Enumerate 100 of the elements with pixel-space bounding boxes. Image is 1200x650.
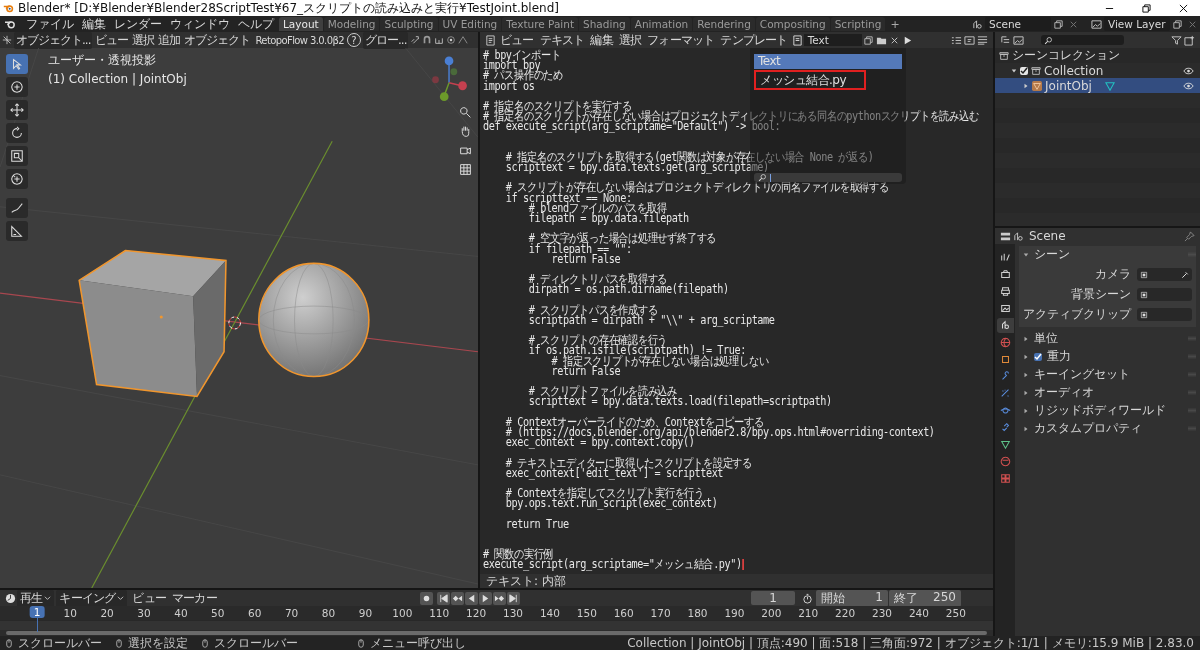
header-menu[interactable]: フォーマット xyxy=(644,31,718,49)
code-line: # 指定名のスクリプトを取得する(get関数は対象が存在しない場合 None が返る) xyxy=(504,151,874,163)
workspace-tab[interactable]: Compositing xyxy=(755,17,830,31)
frame-number: 210 xyxy=(798,607,819,619)
code-line: dirpath = os.path.dirname(filepath) xyxy=(527,284,729,295)
outliner-label: Collection xyxy=(1044,63,1104,78)
frame-number: 100 xyxy=(392,607,413,619)
menu-item[interactable]: レンダー xyxy=(110,15,166,33)
code-line: return False xyxy=(550,365,621,376)
panel-title[interactable]: リジッドボディワールド xyxy=(1034,402,1166,419)
frame-number: 200 xyxy=(761,607,782,619)
workspace-tab[interactable]: Texture Paint xyxy=(502,17,579,31)
frame-number: 220 xyxy=(835,607,856,619)
header-menu[interactable]: ビュー xyxy=(497,31,537,49)
code-line: # パス操作のため xyxy=(483,70,563,81)
code-line: bpy.ops.text.run_script(exec_context) xyxy=(504,498,718,509)
field-label: 背景シーン xyxy=(1070,286,1131,303)
frame-number: 170 xyxy=(650,607,671,619)
outliner-label: JointObj xyxy=(1045,78,1092,93)
view-name: ユーザー・透視投影 xyxy=(48,52,157,69)
context-info: (1) Collection | JointObj xyxy=(48,72,187,86)
menu-item[interactable]: ウィンドウ xyxy=(166,15,234,33)
header-menu[interactable]: オブジェクト xyxy=(182,31,253,49)
workspace-tab[interactable]: Rendering xyxy=(693,17,755,31)
panel-title[interactable]: 単位 xyxy=(1034,330,1058,347)
menu-item[interactable]: 編集 xyxy=(78,15,110,33)
end-frame-field[interactable]: 終了 250 xyxy=(889,589,961,607)
code-line: import os xyxy=(483,80,535,91)
header-menu[interactable]: ビュー xyxy=(93,31,131,49)
dropdown-item[interactable]: メッシュ結合.py xyxy=(754,70,866,90)
panel-title[interactable]: シーン xyxy=(1034,246,1070,263)
header-menu[interactable]: ビュー xyxy=(129,589,170,607)
view-layer-field[interactable]: View Layer xyxy=(1104,17,1170,31)
header-menu[interactable]: マーカー xyxy=(169,589,220,607)
frame-number: 20 xyxy=(100,607,114,619)
status-hint: 選択を設定 xyxy=(128,634,188,650)
playhead[interactable]: 1 xyxy=(29,606,45,618)
workspace-tab[interactable]: Modeling xyxy=(323,17,380,31)
frame-number: 50 xyxy=(211,607,225,619)
header-menu[interactable]: テキスト xyxy=(536,31,588,49)
code-line: if filepath == "": xyxy=(527,243,632,254)
text-name-field[interactable]: Text xyxy=(803,34,862,46)
panel-title[interactable]: キーイングセット xyxy=(1034,366,1130,383)
menu-item[interactable]: ファイル xyxy=(22,15,78,33)
current-frame-field[interactable]: 1 xyxy=(751,591,795,605)
code-line: execute_script(arg_scriptame="メッシュ結合.py") xyxy=(483,559,742,570)
panel-title[interactable]: カスタムプロパティ xyxy=(1034,420,1142,437)
code-line: return True xyxy=(504,518,569,529)
code-line: if scripttext == None: xyxy=(504,192,632,203)
code-line: # Contextオーバーライドのため、Contextをコピーする xyxy=(504,416,764,427)
frame-number: 120 xyxy=(466,607,487,619)
frame-number: 240 xyxy=(908,607,929,619)
header-menu[interactable]: 選択 xyxy=(130,31,157,49)
outliner-row[interactable]: Collection xyxy=(995,63,1200,78)
header-menu[interactable]: 追加 xyxy=(156,31,183,49)
frame-number: 90 xyxy=(358,607,373,619)
add-workspace-button[interactable]: + xyxy=(885,17,905,31)
workspace-tab[interactable]: Shading xyxy=(579,17,630,31)
frame-number: 40 xyxy=(174,607,188,619)
code-line: return False xyxy=(551,253,621,264)
workspace-tab[interactable]: Layout xyxy=(279,17,323,31)
status-hint: スクロールバー xyxy=(214,634,298,650)
header-menu[interactable]: 編集 xyxy=(587,31,616,49)
window-title: Blender* [D:¥Blender¥Blender28ScriptTest¥67_スクリプトの読み込みと実行¥TestJoint.blend] xyxy=(18,0,559,17)
frame-number: 190 xyxy=(724,607,745,619)
panel-title[interactable]: オーディオ xyxy=(1034,384,1094,401)
code-line: def execute_script(arg_scriptame="Default") -> bool: xyxy=(483,121,781,132)
frame-number: 80 xyxy=(321,607,336,619)
frame-number: 110 xyxy=(429,607,450,619)
header-menu[interactable]: 再生 xyxy=(17,589,55,607)
code-line: # 指定名のスクリプトを実行する xyxy=(483,100,632,112)
code-line: if os.path.isfile(scriptpath) != True: xyxy=(527,345,746,356)
workspace-tab[interactable]: Animation xyxy=(630,17,693,31)
outliner-row[interactable]: JointObj xyxy=(995,78,1200,93)
header-menu[interactable]: キーイング xyxy=(56,589,128,607)
header-menu[interactable]: テンプレート xyxy=(717,31,791,49)
workspace-tab[interactable]: UV Editing xyxy=(438,17,502,31)
menu-item[interactable]: ヘルプ xyxy=(234,15,278,33)
workspace-tab[interactable]: Scripting xyxy=(830,17,886,31)
scene-field[interactable]: Scene xyxy=(985,17,1051,31)
code-line: scripttext = bpy.data.texts.get(arg_scriptame) xyxy=(504,162,769,173)
status-hint: スクロールバー xyxy=(18,634,102,650)
code-line: # 空文字が返った場合は処理せず終了する xyxy=(527,233,717,244)
addon-menu[interactable]: RetopoFlow 3.0.0β2 xyxy=(253,34,346,46)
panel-title[interactable]: 重力 xyxy=(1047,348,1071,365)
frame-number: 250 xyxy=(945,607,966,619)
frame-number: 130 xyxy=(503,607,523,619)
frame-number: 230 xyxy=(872,607,892,619)
code-line: # 関数の実行例 xyxy=(483,549,554,560)
outliner-row[interactable]: シーンコレクション xyxy=(995,48,1200,63)
code-line: filepath = bpy.data.filepath xyxy=(527,213,689,224)
scene-statistics: Collection | JointObj | 頂点:490 | 面:518 | 三角面:972 | オブジェクト:1/1 | メモリ:15.9 MiB | 2.83.0 xyxy=(627,634,1194,650)
frame-number: 160 xyxy=(613,607,634,619)
context-path: Scene xyxy=(1029,229,1066,243)
frame-number: 70 xyxy=(284,607,299,619)
code-line: # スクリプトが存在しない場合はプロジェクトディレクトリの同名ファイルを取得する xyxy=(504,182,889,193)
header-menu[interactable]: 選択 xyxy=(615,31,645,49)
workspace-tab[interactable]: Sculpting xyxy=(380,17,438,31)
start-frame-field[interactable]: 開始 1 xyxy=(816,589,888,607)
frame-number: 10 xyxy=(63,607,77,619)
